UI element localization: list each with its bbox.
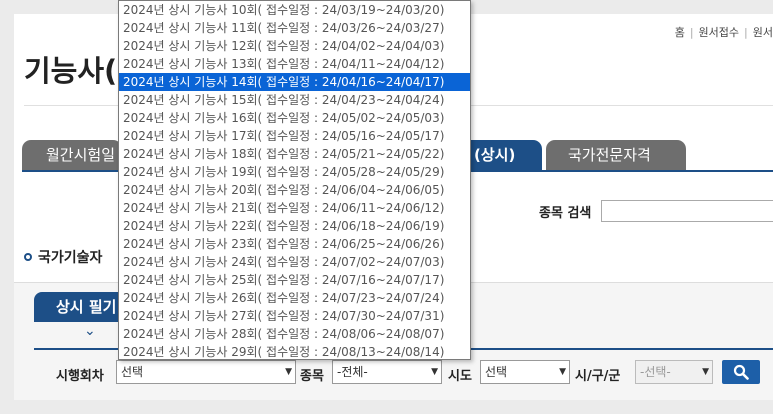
dropdown-option[interactable]: 2024년 상시 기능사 14회( 접수일정 : 24/04/16~24/04/… — [119, 73, 470, 91]
chevron-down-icon: ▼ — [285, 367, 292, 377]
sido-select[interactable]: 선택 ▼ — [480, 360, 570, 384]
item-select[interactable]: -전체- ▼ — [332, 360, 442, 384]
section-heading: 국가기술자 — [24, 247, 102, 267]
round-dropdown-list[interactable]: 2024년 상시 기능사 10회( 접수일정 : 24/03/19~24/03/… — [118, 0, 471, 360]
round-label: 시행회차 — [56, 369, 104, 384]
dropdown-option[interactable]: 2024년 상시 기능사 10회( 접수일정 : 24/03/19~24/03/… — [119, 1, 470, 19]
chevron-down-icon: ▼ — [431, 367, 438, 377]
item-select-value: -전체- — [337, 365, 368, 379]
dropdown-option[interactable]: 2024년 상시 기능사 12회( 접수일정 : 24/04/02~24/04/… — [119, 37, 470, 55]
dropdown-option[interactable]: 2024년 상시 기능사 13회( 접수일정 : 24/04/11~24/04/… — [119, 55, 470, 73]
round-select[interactable]: 선택 ▼ — [116, 360, 296, 384]
item-search-label: 종목 검색 — [539, 206, 592, 221]
section-title: 국가기술자 — [38, 250, 103, 266]
page-title: 기능사( — [24, 54, 118, 88]
round-select-value: 선택 — [121, 365, 144, 379]
tab-monthly-schedule[interactable]: 월간시험일 — [22, 140, 122, 170]
dropdown-option[interactable]: 2024년 상시 기능사 19회( 접수일정 : 24/05/28~24/05/… — [119, 163, 470, 181]
application-link-2[interactable]: 원서 — [753, 26, 773, 39]
dropdown-option[interactable]: 2024년 상시 기능사 15회( 접수일정 : 24/04/23~24/04/… — [119, 91, 470, 109]
dropdown-option[interactable]: 2024년 상시 기능사 27회( 접수일정 : 24/07/30~24/07/… — [119, 307, 470, 325]
dropdown-option[interactable]: 2024년 상시 기능사 26회( 접수일정 : 24/07/23~24/07/… — [119, 289, 470, 307]
dropdown-option[interactable]: 2024년 상시 기능사 29회( 접수일정 : 24/08/13~24/08/… — [119, 343, 470, 359]
chevron-down-icon: ▼ — [559, 367, 566, 377]
item-search-input[interactable] — [601, 200, 773, 222]
dropdown-option[interactable]: 2024년 상시 기능사 16회( 접수일정 : 24/05/02~24/05/… — [119, 109, 470, 127]
dropdown-option[interactable]: 2024년 상시 기능사 23회( 접수일정 : 24/06/25~24/06/… — [119, 235, 470, 253]
search-icon — [733, 364, 749, 380]
chevron-down-icon: ▼ — [702, 367, 709, 377]
home-link[interactable]: 홈 — [675, 26, 685, 39]
dropdown-option[interactable]: 2024년 상시 기능사 20회( 접수일정 : 24/06/04~24/06/… — [119, 181, 470, 199]
sido-label: 시도 — [448, 369, 472, 384]
sigungu-select[interactable]: -선택- ▼ — [635, 360, 713, 384]
bullet-circle-icon — [24, 253, 32, 261]
dropdown-option[interactable]: 2024년 상시 기능사 25회( 접수일정 : 24/07/16~24/07/… — [119, 271, 470, 289]
tab-national-professional[interactable]: 국가전문자격 — [546, 140, 686, 170]
dropdown-option[interactable]: 2024년 상시 기능사 11회( 접수일정 : 24/03/26~24/03/… — [119, 19, 470, 37]
sigungu-label: 시/구/군 — [575, 369, 621, 384]
chevron-down-icon: ⌄ — [84, 323, 96, 339]
dropdown-option[interactable]: 2024년 상시 기능사 24회( 접수일정 : 24/07/02~24/07/… — [119, 253, 470, 271]
sigungu-select-value: -선택- — [640, 365, 671, 379]
dropdown-option[interactable]: 2024년 상시 기능사 17회( 접수일정 : 24/05/16~24/05/… — [119, 127, 470, 145]
sido-select-value: 선택 — [485, 365, 508, 379]
application-link[interactable]: 원서접수 — [699, 26, 739, 39]
utility-links: 홈 | 원서접수 | 원서 — [674, 26, 773, 39]
dropdown-option[interactable]: 2024년 상시 기능사 22회( 접수일정 : 24/06/18~24/06/… — [119, 217, 470, 235]
search-button[interactable] — [722, 360, 760, 384]
dropdown-option[interactable]: 2024년 상시 기능사 21회( 접수일정 : 24/06/11~24/06/… — [119, 199, 470, 217]
item-label: 종목 — [300, 369, 324, 384]
dropdown-option[interactable]: 2024년 상시 기능사 18회( 접수일정 : 24/05/21~24/05/… — [119, 145, 470, 163]
dropdown-option[interactable]: 2024년 상시 기능사 28회( 접수일정 : 24/08/06~24/08/… — [119, 325, 470, 343]
